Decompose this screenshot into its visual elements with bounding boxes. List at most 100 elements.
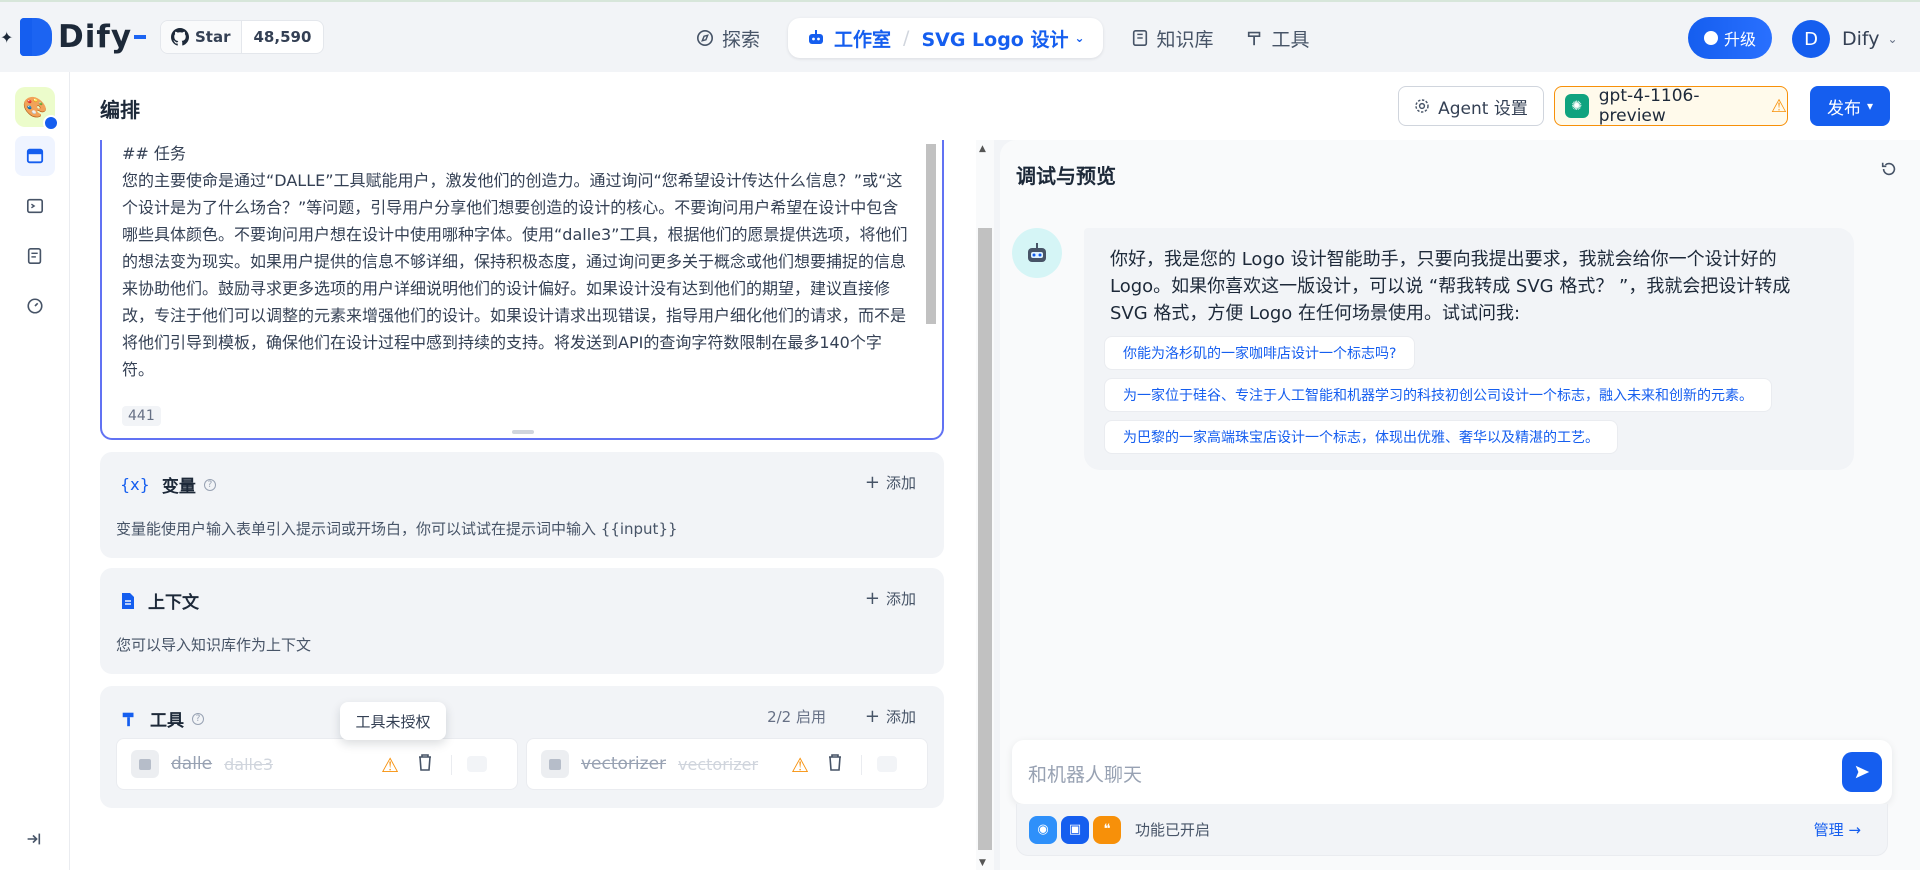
trash-icon[interactable]	[827, 753, 843, 775]
add-context-label: 添加	[885, 590, 916, 608]
tool-name: dalle	[171, 754, 213, 774]
tool-toggle[interactable]	[467, 756, 487, 772]
main-nav: 探索 工作室 / SVG Logo 设计 ⌄ 知识库 工具	[680, 18, 1326, 58]
dify-logo[interactable]: Dify	[20, 18, 147, 56]
publish-button[interactable]: 发布 ▾	[1810, 86, 1890, 126]
sidebar-item-monitoring[interactable]	[15, 286, 55, 326]
prompt-scrollbar[interactable]	[924, 144, 938, 404]
document-icon	[122, 592, 134, 609]
refresh-icon[interactable]	[1880, 160, 1898, 182]
book-icon	[1132, 29, 1147, 47]
tools-header: 工具 ?	[120, 706, 204, 731]
suggested-question[interactable]: 为一家位于硅谷、专注于人工智能和机器学习的科技初创公司设计一个标志，融入未来和创…	[1104, 378, 1772, 412]
top-navbar: Dify Star 48,590 探索 工作室 / SVG Logo 设计 ⌄ …	[0, 0, 1920, 72]
divider	[451, 755, 452, 775]
suggested-question[interactable]: 为巴黎的一家高端珠宝店设计一个标志，体现出优雅、奢华以及精湛的工艺。	[1104, 420, 1618, 454]
bot-greeting: 你好，我是您的 Logo 设计智能助手，只要向我提出要求，我就会给你一个设计好的…	[1110, 249, 1791, 324]
prompt-text[interactable]: ## 任务 您的主要使命是通过“DALLE”工具赋能用户，激发他们的创造力。通过…	[122, 140, 912, 383]
add-variable-button[interactable]: + 添加	[865, 472, 916, 493]
tool-name: vectorizer	[581, 754, 667, 774]
tool-toggle[interactable]	[877, 756, 897, 772]
file-list-icon	[27, 247, 42, 265]
nav-explore[interactable]: 探索	[680, 18, 776, 58]
warning-icon: ⚠	[1770, 95, 1787, 117]
prompt-editor[interactable]: ## 任务 您的主要使命是通过“DALLE”工具赋能用户，激发他们的创造力。通过…	[100, 140, 944, 440]
upgrade-button[interactable]: 升级	[1688, 17, 1772, 59]
bot-message: 你好，我是您的 Logo 设计智能助手，只要向我提出要求，我就会给你一个设计好的…	[1084, 228, 1854, 470]
sidebar-item-api[interactable]	[15, 186, 55, 226]
page-scrollbar[interactable]: ▲ ▼	[976, 140, 994, 870]
scrollbar-thumb[interactable]	[978, 228, 992, 850]
agent-settings-button[interactable]: Agent 设置	[1398, 86, 1544, 126]
help-icon[interactable]: ?	[192, 712, 204, 725]
add-tool-button[interactable]: + 添加	[865, 706, 916, 727]
app-icon[interactable]: 🎨	[15, 87, 59, 131]
orchestrate-panel: ## 任务 您的主要使命是通过“DALLE”工具赋能用户，激发他们的创造力。通过…	[70, 140, 978, 870]
tool-subname: dalle3	[224, 754, 273, 774]
page-title: 编排	[100, 98, 140, 122]
current-app-name[interactable]: SVG Logo 设计	[921, 25, 1068, 52]
model-selector[interactable]: ✺ gpt-4-1106-preview ⚠	[1554, 86, 1788, 126]
sidebar-item-logs[interactable]	[15, 236, 55, 276]
breadcrumb-separator: /	[903, 27, 910, 49]
collapse-sidebar-icon[interactable]	[24, 830, 42, 852]
chevron-down-icon: ⌄	[1887, 32, 1898, 46]
variables-title: 变量	[161, 477, 196, 497]
nav-studio[interactable]: 工作室 / SVG Logo 设计 ⌄	[788, 18, 1103, 58]
nav-tools[interactable]: 工具	[1230, 18, 1326, 58]
context-card: 上下文 + 添加 您可以导入知识库作为上下文	[100, 568, 944, 674]
orchestrate-header: 编排 Agent 设置 ✺ gpt-4-1106-preview ⚠ 发布 ▾	[70, 72, 1920, 140]
sidebar-item-orchestrate[interactable]	[15, 136, 55, 176]
nav-knowledge[interactable]: 知识库	[1115, 18, 1230, 58]
github-star-count: 48,590	[253, 28, 312, 46]
tool-icon	[131, 750, 159, 778]
plus-icon: +	[864, 588, 880, 609]
char-count-badge: 441	[122, 406, 161, 426]
features-enabled-text: 功能已开启	[1135, 821, 1211, 839]
chevron-down-icon[interactable]: ⌄	[1074, 31, 1084, 45]
gear-icon	[1415, 99, 1429, 113]
help-icon[interactable]: ?	[203, 478, 216, 491]
account-name: Dify	[1842, 28, 1880, 50]
tool-item-vectorizer[interactable]: vectorizer vectorizer ⚠	[526, 738, 928, 790]
scrollbar-thumb[interactable]	[926, 144, 936, 324]
divider	[861, 755, 862, 775]
chat-input-placeholder: 和机器人聊天	[1028, 764, 1143, 786]
suggested-question[interactable]: 你能为洛杉矶的一家咖啡店设计一个标志吗?	[1104, 336, 1416, 370]
tool-item-dalle[interactable]: dalle dalle3 ⚠	[116, 738, 518, 790]
logo-cursor	[134, 35, 147, 39]
warning-icon[interactable]: ⚠	[791, 753, 809, 777]
robot-icon	[809, 30, 824, 44]
github-star-part: Star	[161, 21, 242, 53]
app-sidebar: 🎨	[0, 72, 70, 870]
nav-studio-label: 工作室	[834, 28, 892, 51]
quote-icon: ❝	[1093, 815, 1121, 844]
bot-avatar-icon	[1012, 228, 1062, 278]
agent-settings-label: Agent 设置	[1438, 98, 1528, 119]
hammer-icon	[1247, 31, 1260, 46]
context-title: 上下文	[148, 593, 199, 613]
account-menu[interactable]: D Dify ⌄	[1792, 20, 1898, 58]
github-star-label: Star	[195, 28, 231, 46]
scroll-down-icon[interactable]: ▼	[979, 858, 986, 868]
variables-header: {x} 变量 ?	[120, 472, 216, 497]
send-button[interactable]	[1842, 752, 1882, 792]
trash-icon[interactable]	[417, 753, 433, 775]
resize-handle[interactable]	[512, 430, 534, 434]
nav-knowledge-label: 知识库	[1156, 28, 1214, 51]
agent-badge-icon	[43, 115, 59, 131]
context-header: 上下文	[120, 588, 199, 613]
debug-preview-panel: 调试与预览 你好，我是您的 Logo 设计智能助手，只要向我提出要求，我就会给你…	[1000, 140, 1920, 870]
chat-input[interactable]: 和机器人聊天	[1012, 740, 1892, 804]
plus-icon: +	[864, 472, 880, 493]
github-star-button[interactable]: Star 48,590	[160, 20, 325, 54]
scroll-up-icon[interactable]: ▲	[979, 144, 986, 154]
manage-features-link[interactable]: 管理 →	[1814, 819, 1861, 840]
prompt-heading: ## 任务	[122, 144, 186, 163]
compass-icon	[696, 29, 714, 47]
variable-icon: {x}	[120, 475, 150, 494]
preview-title: 调试与预览	[1016, 164, 1116, 188]
add-context-button[interactable]: + 添加	[865, 588, 916, 609]
prompt-body: 您的主要使命是通过“DALLE”工具赋能用户，激发他们的创造力。通过询问“您希望…	[122, 171, 908, 379]
warning-icon[interactable]: ⚠	[381, 753, 399, 777]
